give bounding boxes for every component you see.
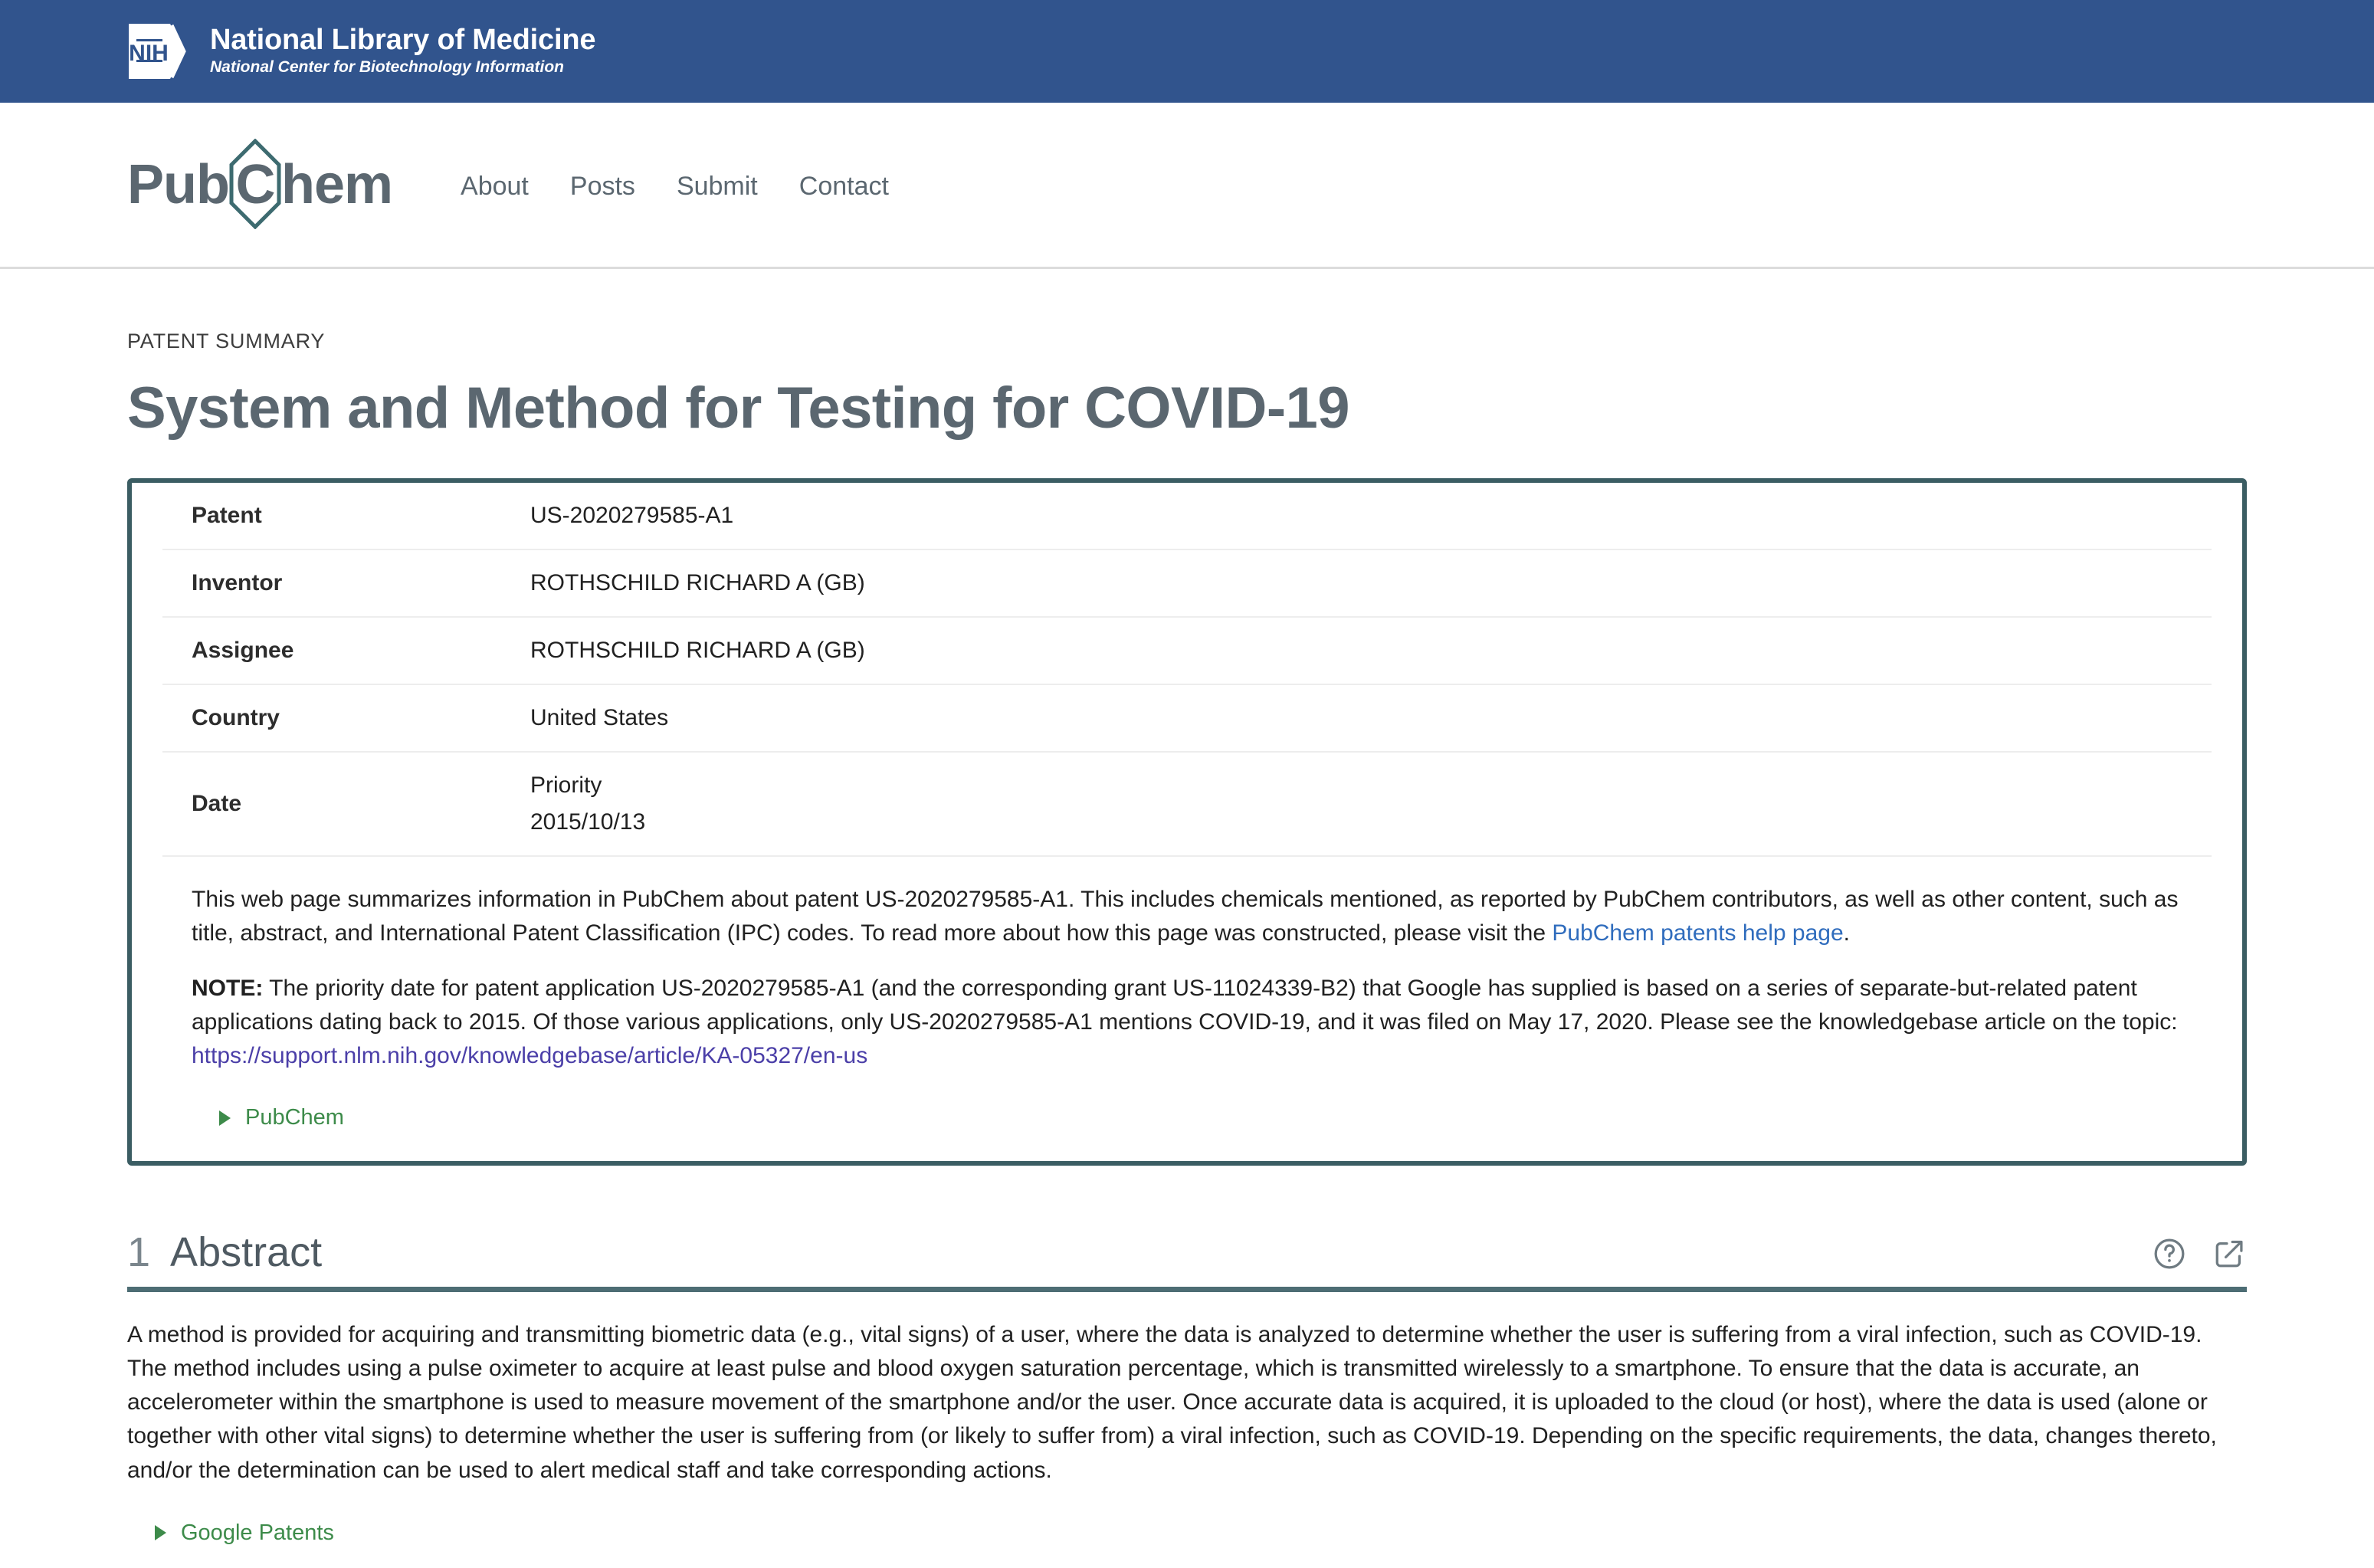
row-label-patent: Patent xyxy=(192,502,262,528)
row-label-assignee: Assignee xyxy=(192,637,294,663)
section-title: 1 Abstract xyxy=(127,1228,322,1276)
table-row: Inventor ROTHSCHILD RICHARD A (GB) xyxy=(162,549,2212,617)
date-value: 2015/10/13 xyxy=(530,809,646,835)
help-circle-icon[interactable] xyxy=(2152,1236,2187,1271)
nav-link-submit[interactable]: Submit xyxy=(656,172,779,202)
accordion-pubchem[interactable]: PubChem xyxy=(219,1105,2212,1130)
chevron-right-icon xyxy=(155,1524,166,1540)
chevron-right-icon xyxy=(219,1110,231,1126)
summary-description: This web page summarizes information in … xyxy=(192,883,2212,950)
abstract-section: 1 Abstract A method is provided for acqu… xyxy=(127,1228,2247,1549)
note-body: The priority date for patent application… xyxy=(192,975,2178,1035)
table-row: Assignee ROTHSCHILD RICHARD A (GB) xyxy=(162,617,2212,684)
accordion-google-patents[interactable]: Google Patents xyxy=(155,1517,2247,1550)
pubchem-logo-text-pub: Pub xyxy=(127,154,230,215)
nav-link-contact[interactable]: Contact xyxy=(779,172,910,202)
navbar-links: About Posts Submit Contact xyxy=(440,169,910,202)
accordion-pubchem-label: PubChem xyxy=(245,1105,344,1130)
pubchem-logo-text-hem: hem xyxy=(280,154,393,215)
accordion-google-patents-label: Google Patents xyxy=(181,1520,334,1545)
row-value-date: Priority 2015/10/13 xyxy=(530,752,2212,856)
row-value-inventor: ROTHSCHILD RICHARD A (GB) xyxy=(530,569,865,595)
nih-title: National Library of Medicine xyxy=(210,23,596,56)
pubchem-logo-text-c: C xyxy=(235,154,275,215)
pubchem-logo[interactable]: Pub C hem xyxy=(127,139,393,229)
abstract-section-header: 1 Abstract xyxy=(127,1228,2247,1293)
knowledgebase-article-link[interactable]: https://support.nlm.nih.gov/knowledgebas… xyxy=(192,1043,867,1068)
patent-summary-card: Patent US-2020279585-A1 Inventor ROTHSCH… xyxy=(127,477,2247,1166)
page-title: System and Method for Testing for COVID-… xyxy=(127,376,1349,441)
row-label-inventor: Inventor xyxy=(192,569,283,595)
row-value-country: United States xyxy=(530,704,669,730)
summary-description-tail: . xyxy=(1843,920,1851,946)
abstract-text: A method is provided for acquiring and t… xyxy=(127,1322,2217,1483)
section-number: 1 xyxy=(127,1229,151,1276)
pubchem-navbar: Pub C hem About Posts Submit Contact xyxy=(0,103,2374,269)
main-content: PATENT SUMMARY System and Method for Tes… xyxy=(0,330,2374,1549)
section-name: Abstract xyxy=(170,1229,323,1276)
breadcrumb-eyebrow: PATENT SUMMARY xyxy=(127,330,326,353)
nih-header-bar: NIH National Library of Medicine Nationa… xyxy=(0,0,2374,103)
summary-description-text: This web page summarizes information in … xyxy=(192,886,2179,946)
nih-logo[interactable]: NIH National Library of Medicine Nationa… xyxy=(127,19,595,84)
date-type: Priority xyxy=(530,772,602,798)
external-link-icon[interactable] xyxy=(2212,1236,2247,1271)
table-row: Date Priority 2015/10/13 xyxy=(162,752,2212,856)
pubchem-patents-help-link[interactable]: PubChem patents help page xyxy=(1552,920,1843,946)
table-row: Country United States xyxy=(162,684,2212,752)
note-prefix: NOTE: xyxy=(192,975,264,1001)
row-value-assignee: ROTHSCHILD RICHARD A (GB) xyxy=(530,637,865,663)
nih-subtitle: National Center for Biotechnology Inform… xyxy=(210,58,565,77)
nih-logo-icon: NIH xyxy=(127,19,192,84)
patent-info-table: Patent US-2020279585-A1 Inventor ROTHSCH… xyxy=(162,483,2212,857)
pubchem-hexagon-icon: C xyxy=(229,139,281,229)
summary-note: NOTE: The priority date for patent appli… xyxy=(192,972,2212,1073)
table-row: Patent US-2020279585-A1 xyxy=(162,483,2212,549)
section-action-icons xyxy=(2152,1236,2247,1276)
row-label-country: Country xyxy=(192,704,280,730)
svg-text:NIH: NIH xyxy=(129,41,169,66)
nav-link-about[interactable]: About xyxy=(440,172,549,202)
nav-link-posts[interactable]: Posts xyxy=(549,172,656,202)
abstract-body: A method is provided for acquiring and t… xyxy=(127,1318,2247,1549)
row-label-date: Date xyxy=(192,790,242,816)
row-value-patent: US-2020279585-A1 xyxy=(530,502,734,528)
